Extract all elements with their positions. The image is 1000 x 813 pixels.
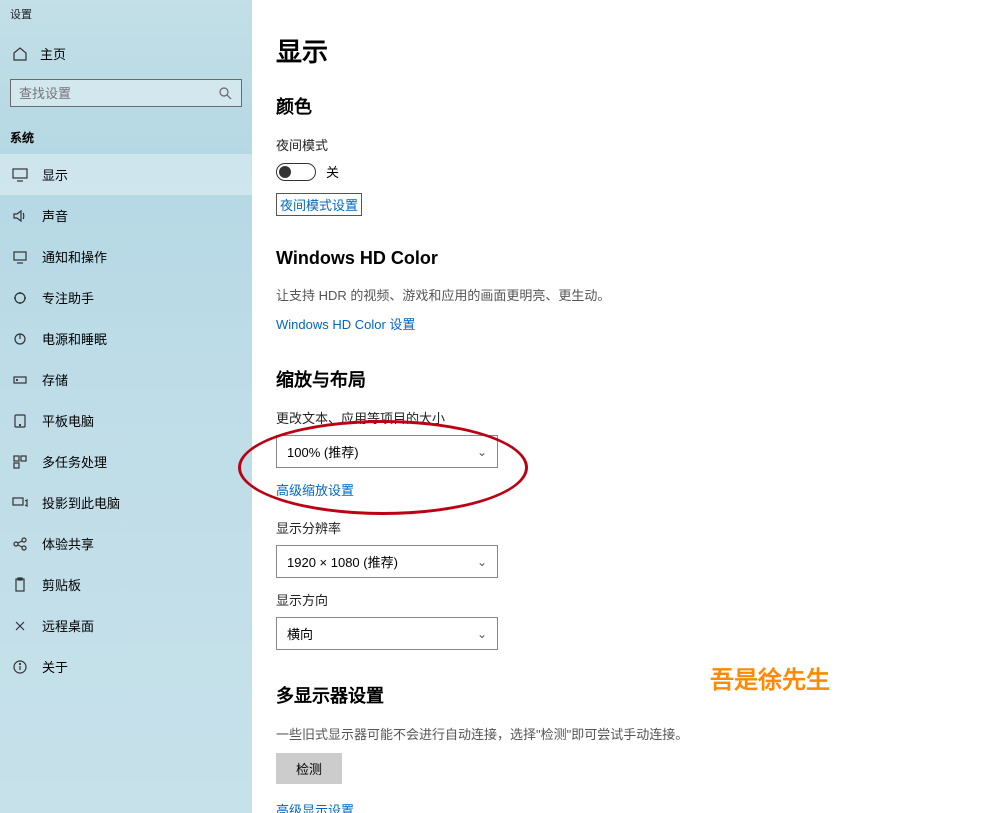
sidebar-item-focus[interactable]: 专注助手: [0, 277, 252, 318]
scale-heading: 缩放与布局: [276, 366, 976, 392]
detect-button[interactable]: 检测: [276, 753, 342, 784]
sound-icon: [12, 208, 28, 224]
color-heading: 颜色: [276, 93, 976, 119]
sidebar-item-remote[interactable]: 远程桌面: [0, 605, 252, 646]
text-size-label: 更改文本、应用等项目的大小: [276, 408, 976, 427]
search-input[interactable]: [19, 86, 217, 101]
remote-icon: [12, 618, 28, 634]
resolution-value: 1920 × 1080 (推荐): [287, 552, 398, 571]
sidebar-item-multitask[interactable]: 多任务处理: [0, 441, 252, 482]
sidebar-item-label: 多任务处理: [42, 452, 107, 471]
sidebar-item-tablet[interactable]: 平板电脑: [0, 400, 252, 441]
sidebar-item-clipboard[interactable]: 剪贴板: [0, 564, 252, 605]
home-label: 主页: [40, 44, 66, 63]
chevron-down-icon: ⌄: [477, 555, 487, 569]
resolution-label: 显示分辨率: [276, 518, 976, 537]
sidebar-item-storage[interactable]: 存储: [0, 359, 252, 400]
advanced-scale-link[interactable]: 高级缩放设置: [276, 480, 354, 499]
hd-heading: Windows HD Color: [276, 248, 976, 269]
orientation-value: 横向: [287, 624, 313, 643]
sidebar-item-display[interactable]: 显示: [0, 154, 252, 195]
sidebar-item-sound[interactable]: 声音: [0, 195, 252, 236]
about-icon: [12, 659, 28, 675]
storage-icon: [12, 372, 28, 388]
clipboard-icon: [12, 577, 28, 593]
sidebar-item-label: 声音: [42, 206, 68, 225]
home-link[interactable]: 主页: [0, 34, 252, 73]
text-size-dropdown[interactable]: 100% (推荐) ⌄: [276, 435, 498, 468]
sidebar-item-label: 专注助手: [42, 288, 94, 307]
app-title: 设置: [0, 6, 252, 34]
share-icon: [12, 536, 28, 552]
multitask-icon: [12, 454, 28, 470]
multi-desc: 一些旧式显示器可能不会进行自动连接，选择"检测"即可尝试手动连接。: [276, 724, 976, 743]
monitor-icon: [12, 167, 28, 183]
page-title: 显示: [276, 32, 976, 69]
chevron-down-icon: ⌄: [477, 627, 487, 641]
toggle-state-label: 关: [326, 162, 339, 181]
multi-heading: 多显示器设置: [276, 682, 976, 708]
sidebar-item-notifications[interactable]: 通知和操作: [0, 236, 252, 277]
section-hd-color: Windows HD Color 让支持 HDR 的视频、游戏和应用的画面更明亮…: [276, 248, 976, 334]
power-icon: [12, 331, 28, 347]
sidebar-item-label: 关于: [42, 657, 68, 676]
resolution-dropdown[interactable]: 1920 × 1080 (推荐) ⌄: [276, 545, 498, 578]
sidebar-item-label: 投影到此电脑: [42, 493, 120, 512]
focus-icon: [12, 290, 28, 306]
sidebar: 设置 主页 系统 显示 声音 通知和操作 专注助手 电源和睡眠 存储 平板电脑: [0, 0, 252, 813]
sidebar-item-label: 显示: [42, 165, 68, 184]
sidebar-section-label: 系统: [0, 113, 252, 154]
home-icon: [12, 46, 28, 62]
sidebar-item-label: 剪贴板: [42, 575, 81, 594]
night-mode-settings-link[interactable]: 夜间模式设置: [276, 193, 362, 216]
sidebar-item-label: 电源和睡眠: [42, 329, 107, 348]
advanced-display-link[interactable]: 高级显示设置: [276, 800, 354, 813]
night-mode-toggle[interactable]: [276, 163, 316, 181]
sidebar-item-share[interactable]: 体验共享: [0, 523, 252, 564]
orientation-label: 显示方向: [276, 590, 976, 609]
sidebar-item-about[interactable]: 关于: [0, 646, 252, 687]
hd-color-settings-link[interactable]: Windows HD Color 设置: [276, 314, 415, 333]
night-mode-label: 夜间模式: [276, 135, 976, 154]
sidebar-item-label: 平板电脑: [42, 411, 94, 430]
section-color: 颜色 夜间模式 关 夜间模式设置: [276, 93, 976, 216]
tablet-icon: [12, 413, 28, 429]
text-size-value: 100% (推荐): [287, 442, 359, 461]
notification-icon: [12, 249, 28, 265]
sidebar-item-label: 通知和操作: [42, 247, 107, 266]
chevron-down-icon: ⌄: [477, 445, 487, 459]
sidebar-item-power[interactable]: 电源和睡眠: [0, 318, 252, 359]
watermark: 吾是徐先生: [710, 660, 830, 695]
hd-desc: 让支持 HDR 的视频、游戏和应用的画面更明亮、更生动。: [276, 285, 976, 304]
orientation-dropdown[interactable]: 横向 ⌄: [276, 617, 498, 650]
section-multi-display: 多显示器设置 一些旧式显示器可能不会进行自动连接，选择"检测"即可尝试手动连接。…: [276, 682, 976, 813]
sidebar-item-project[interactable]: 投影到此电脑: [0, 482, 252, 523]
search-box[interactable]: [10, 79, 242, 107]
sidebar-item-label: 存储: [42, 370, 68, 389]
section-scale-layout: 缩放与布局 更改文本、应用等项目的大小 100% (推荐) ⌄ 高级缩放设置 显…: [276, 366, 976, 650]
project-icon: [12, 495, 28, 511]
sidebar-item-label: 远程桌面: [42, 616, 94, 635]
search-icon: [217, 85, 233, 101]
content: 显示 颜色 夜间模式 关 夜间模式设置 Windows HD Color 让支持…: [252, 0, 1000, 813]
sidebar-item-label: 体验共享: [42, 534, 94, 553]
